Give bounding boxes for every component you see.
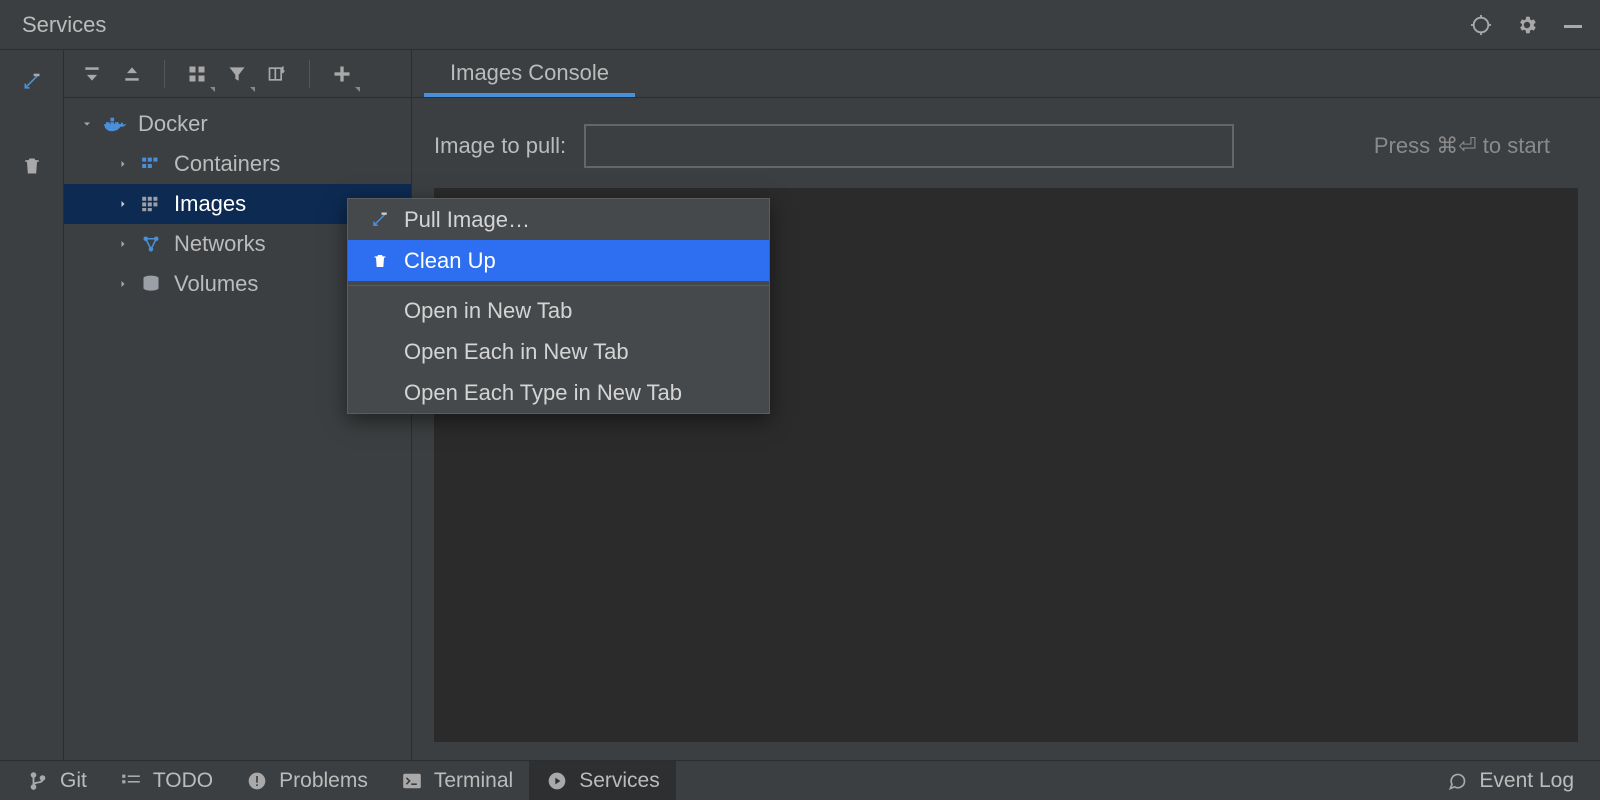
expand-all-icon[interactable] bbox=[72, 54, 112, 94]
list-icon bbox=[119, 769, 143, 793]
statusbar: Git TODO Problems Terminal Services Even… bbox=[0, 760, 1600, 800]
ctx-open-each-type-new-tab[interactable]: Open Each Type in New Tab bbox=[348, 372, 769, 413]
ctx-open-each-new-tab[interactable]: Open Each in New Tab bbox=[348, 331, 769, 372]
chevron-right-icon bbox=[114, 158, 132, 170]
tree-label: Docker bbox=[138, 111, 208, 137]
tree-label: Images bbox=[174, 191, 246, 217]
tree-label: Volumes bbox=[174, 271, 258, 297]
sb-problems[interactable]: Problems bbox=[229, 761, 384, 800]
chevron-right-icon bbox=[114, 198, 132, 210]
tree-label: Containers bbox=[174, 151, 280, 177]
pull-arrow-icon bbox=[366, 211, 394, 229]
layout-icon[interactable] bbox=[257, 54, 297, 94]
gear-icon[interactable] bbox=[1508, 6, 1546, 44]
networks-icon bbox=[138, 235, 164, 253]
images-icon bbox=[138, 196, 164, 212]
minimize-icon[interactable] bbox=[1554, 6, 1592, 44]
sb-eventlog[interactable]: Event Log bbox=[1429, 761, 1590, 800]
add-icon[interactable] bbox=[322, 54, 362, 94]
sb-git[interactable]: Git bbox=[10, 761, 103, 800]
sb-label: Problems bbox=[279, 769, 368, 793]
volumes-icon bbox=[138, 274, 164, 294]
tree-node-docker[interactable]: Docker bbox=[64, 104, 411, 144]
git-branch-icon bbox=[26, 769, 50, 793]
play-circle-icon bbox=[545, 769, 569, 793]
target-icon[interactable] bbox=[1462, 6, 1500, 44]
tree-toolbar bbox=[64, 50, 411, 98]
sb-label: Services bbox=[579, 769, 660, 793]
filter-icon[interactable] bbox=[217, 54, 257, 94]
group-by-icon[interactable] bbox=[177, 54, 217, 94]
tree-label: Networks bbox=[174, 231, 266, 257]
containers-icon bbox=[138, 156, 164, 172]
sb-services[interactable]: Services bbox=[529, 761, 676, 800]
sb-label: Terminal bbox=[434, 769, 513, 793]
titlebar: Services bbox=[0, 0, 1600, 50]
content-tabbar: Images Console bbox=[412, 50, 1600, 98]
tab-images-console[interactable]: Images Console bbox=[424, 49, 635, 97]
sb-label: Git bbox=[60, 769, 87, 793]
ctx-label: Pull Image… bbox=[404, 207, 530, 233]
image-to-pull-input[interactable] bbox=[584, 124, 1234, 168]
tree-node-containers[interactable]: Containers bbox=[64, 144, 411, 184]
ctx-label: Open Each Type in New Tab bbox=[404, 380, 682, 406]
context-menu: Pull Image… Clean Up Open in New Tab Ope… bbox=[347, 198, 770, 414]
ctx-label: Open in New Tab bbox=[404, 298, 572, 324]
tab-label: Images Console bbox=[450, 60, 609, 86]
ctx-open-new-tab[interactable]: Open in New Tab bbox=[348, 290, 769, 331]
terminal-icon bbox=[400, 769, 424, 793]
sb-label: TODO bbox=[153, 769, 213, 793]
chevron-right-icon bbox=[114, 278, 132, 290]
trash-icon[interactable] bbox=[8, 146, 56, 186]
start-hint: Press ⌘⏎ to start bbox=[1374, 133, 1578, 159]
ctx-label: Clean Up bbox=[404, 248, 496, 274]
chevron-right-icon bbox=[114, 238, 132, 250]
sb-label: Event Log bbox=[1479, 769, 1574, 793]
sb-terminal[interactable]: Terminal bbox=[384, 761, 529, 800]
ctx-pull-image[interactable]: Pull Image… bbox=[348, 199, 769, 240]
collapse-all-icon[interactable] bbox=[112, 54, 152, 94]
pull-row: Image to pull: Press ⌘⏎ to start bbox=[412, 98, 1600, 180]
chevron-down-icon bbox=[78, 118, 96, 130]
warning-icon bbox=[245, 769, 269, 793]
docker-icon bbox=[102, 115, 128, 133]
left-rail bbox=[0, 50, 64, 760]
sb-todo[interactable]: TODO bbox=[103, 761, 229, 800]
collapse-arrow-icon[interactable] bbox=[8, 62, 56, 102]
trash-icon bbox=[366, 252, 394, 270]
panel-title: Services bbox=[0, 12, 106, 38]
ctx-clean-up[interactable]: Clean Up bbox=[348, 240, 769, 281]
chat-icon bbox=[1445, 769, 1469, 793]
ctx-label: Open Each in New Tab bbox=[404, 339, 629, 365]
ctx-separator bbox=[348, 285, 769, 286]
pull-label: Image to pull: bbox=[434, 133, 566, 159]
